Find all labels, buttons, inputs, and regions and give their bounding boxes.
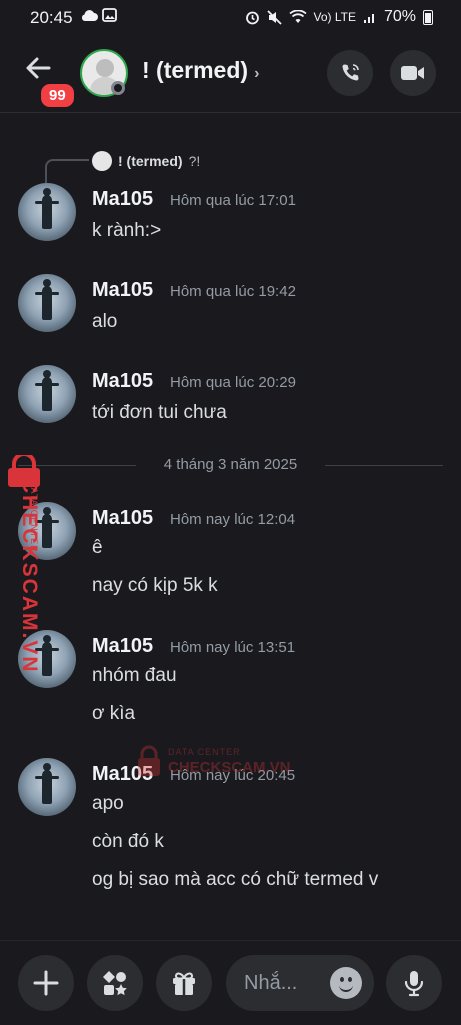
reply-preview[interactable]: ! (termed) ?! xyxy=(92,151,200,171)
reply-author: ! (termed) xyxy=(118,153,183,169)
status-right: Vo) LTE 70% xyxy=(245,8,433,26)
username[interactable]: Ma105 xyxy=(92,188,153,211)
avatar[interactable] xyxy=(18,183,76,241)
divider-rule-right xyxy=(325,465,443,466)
message-text: tới đơn tui chưa xyxy=(92,402,227,423)
username[interactable]: Ma105 xyxy=(92,635,153,658)
message-text: apo xyxy=(92,793,124,814)
username[interactable]: Ma105 xyxy=(92,370,153,393)
unread-badge: 99 xyxy=(38,81,77,110)
message-input[interactable]: Nhắ... xyxy=(226,955,374,1011)
timestamp: Hôm nay lúc 12:04 xyxy=(170,511,296,528)
reply-avatar xyxy=(92,151,112,171)
reply-connector xyxy=(45,159,89,183)
message-text: ê xyxy=(92,537,103,558)
cloud-icon xyxy=(81,10,98,21)
message-text: nay có kịp 5k k xyxy=(92,575,218,596)
date-divider: 4 tháng 3 năm 2025 xyxy=(18,456,443,474)
microphone-icon xyxy=(404,971,424,997)
channel-header: 99 ! (termed) › xyxy=(0,34,461,113)
avatar[interactable] xyxy=(18,758,76,816)
avatar[interactable] xyxy=(18,365,76,423)
timestamp: Hôm qua lúc 19:42 xyxy=(170,283,296,300)
video-call-button[interactable] xyxy=(390,50,436,96)
watermark-subtitle: DATA CENTER xyxy=(168,747,241,757)
timestamp: Hôm qua lúc 17:01 xyxy=(170,192,296,209)
battery-icon xyxy=(423,9,433,25)
video-icon xyxy=(401,66,424,80)
username[interactable]: Ma105 xyxy=(92,507,153,530)
channel-name: ! (termed) xyxy=(142,57,249,83)
gift-icon xyxy=(173,972,195,995)
username[interactable]: Ma105 xyxy=(92,763,153,786)
emoji-icon[interactable] xyxy=(330,967,362,999)
message-text: nhóm đau xyxy=(92,665,177,686)
message-text: ơ kìa xyxy=(92,703,136,724)
avatar[interactable] xyxy=(18,630,76,688)
wifi-icon xyxy=(288,10,307,23)
chevron-right-icon: › xyxy=(254,65,260,82)
arrow-left-icon xyxy=(26,57,51,79)
mute-icon xyxy=(266,9,282,25)
reply-text: ?! xyxy=(188,153,201,169)
voice-message-button[interactable] xyxy=(386,955,442,1011)
status-left-icons xyxy=(80,8,117,25)
apps-icon xyxy=(103,971,127,996)
battery-percent: 70% xyxy=(383,8,416,25)
timestamp: Hôm nay lúc 20:45 xyxy=(170,767,296,784)
username[interactable]: Ma105 xyxy=(92,279,153,302)
gift-button[interactable] xyxy=(156,955,212,1011)
status-indicator xyxy=(111,81,125,95)
apps-button[interactable] xyxy=(87,955,143,1011)
status-bar: 20:45 Vo) LTE 70% xyxy=(0,0,461,34)
phone-icon xyxy=(342,64,359,81)
alarm-icon xyxy=(245,11,259,24)
emoji-mouth xyxy=(339,983,353,992)
avatar[interactable] xyxy=(18,274,76,332)
timestamp: Hôm qua lúc 20:29 xyxy=(170,374,296,391)
add-attachment-button[interactable] xyxy=(18,955,74,1011)
image-icon xyxy=(101,8,117,22)
signal-icon xyxy=(363,13,374,23)
message-text: còn đó k xyxy=(92,831,164,852)
message-text: og bị sao mà acc có chữ termed v xyxy=(92,869,379,890)
composer-bar: Nhắ... xyxy=(0,940,461,1025)
avatar[interactable] xyxy=(18,502,76,560)
voice-call-button[interactable] xyxy=(327,50,373,96)
timestamp: Hôm nay lúc 13:51 xyxy=(170,639,296,656)
message-placeholder: Nhắ... xyxy=(244,972,298,994)
channel-title[interactable]: ! (termed) › xyxy=(142,57,259,84)
plus-icon xyxy=(33,970,59,996)
status-time: 20:45 xyxy=(30,8,73,27)
message-text: alo xyxy=(92,311,118,332)
volte-icon: Vo) LTE xyxy=(313,10,356,24)
message-text: k rành:> xyxy=(92,220,162,241)
